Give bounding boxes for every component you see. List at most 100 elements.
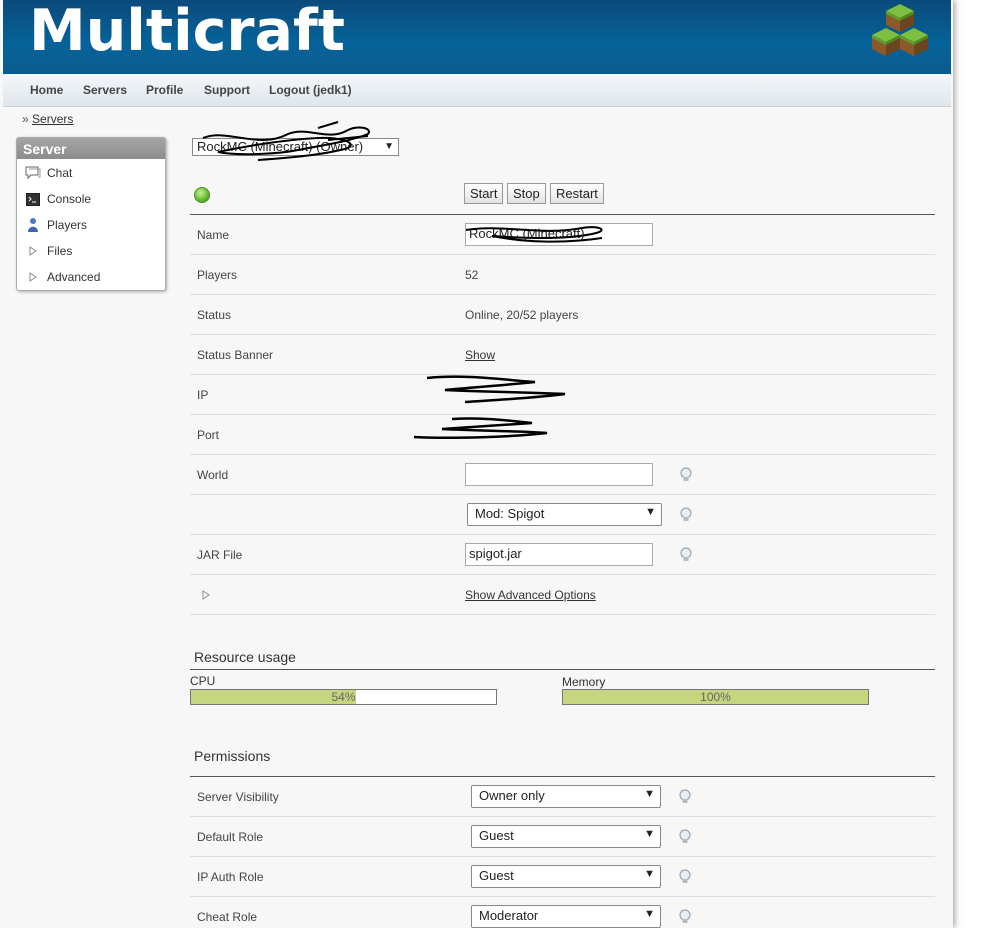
nav-logout[interactable]: Logout (jedk1) [269,83,352,97]
table-row: Status Online, 20/52 players [190,295,935,335]
table-row: JAR File spigot.jar [190,535,935,575]
redaction-scribble [426,375,566,404]
expand-triangle-icon [25,243,41,259]
site-logo-text[interactable]: Multicraft [29,0,345,64]
select-value: Owner only [479,788,545,803]
players-label: Players [197,268,238,282]
table-row: Port [190,415,935,455]
select-value: Guest [479,868,514,883]
dropdown-arrow-icon: ▼ [645,506,656,518]
help-bulb-icon[interactable] [678,909,692,925]
nav-servers[interactable]: Servers [83,83,127,97]
breadcrumb: » Servers [22,112,73,126]
cheat-role-select[interactable]: Moderator ▼ [471,905,661,928]
dropdown-arrow-icon: ▼ [384,141,394,152]
select-value: Moderator [479,908,539,923]
table-row: IP Auth Role Guest ▼ [190,857,935,897]
ip-label: IP [197,388,209,402]
expand-triangle-icon[interactable] [202,590,210,600]
help-bulb-icon[interactable] [679,547,693,563]
redaction-scribble [202,121,370,161]
players-value: 52 [465,268,479,282]
port-label: Port [197,428,220,442]
header-banner: Multicraft [3,0,951,74]
help-bulb-icon[interactable] [678,869,692,885]
ip-auth-role-label: IP Auth Role [197,870,264,884]
help-bulb-icon[interactable] [678,789,692,805]
help-bulb-icon[interactable] [678,829,692,845]
main-nav: Home Servers Profile Support Logout (jed… [3,74,951,107]
cheat-role-label: Cheat Role [197,910,258,924]
breadcrumb-servers-link[interactable]: Servers [32,112,73,126]
nav-home[interactable]: Home [30,83,63,97]
server-sidebar: Server Chat Console Players Files Advanc… [16,137,166,291]
status-value: Online, 20/52 players [465,308,579,322]
sidebar-item-label: Advanced [47,270,101,284]
table-row: World [190,455,935,495]
sidebar-item-chat[interactable]: Chat [25,163,72,183]
server-visibility-select[interactable]: Owner only ▼ [471,785,661,808]
stop-button[interactable]: Stop [507,183,546,204]
mod-select-value: Mod: Spigot [475,506,545,521]
help-bulb-icon[interactable] [679,507,693,523]
sidebar-item-label: Console [47,192,92,206]
chat-icon [25,165,41,181]
sidebar-item-advanced[interactable]: Advanced [25,267,100,287]
jar-file-label: JAR File [197,548,243,562]
select-value: Guest [479,828,514,843]
status-banner-label: Status Banner [197,348,274,362]
dropdown-arrow-icon: ▼ [644,828,655,840]
console-icon [25,191,41,207]
default-role-select[interactable]: Guest ▼ [471,825,661,848]
default-role-label: Default Role [197,830,264,844]
section-divider [190,669,935,670]
sidebar-item-files[interactable]: Files [25,241,72,261]
permissions-table: Server Visibility Owner only ▼ Default R… [190,776,935,928]
show-advanced-options-link[interactable]: Show Advanced Options [465,588,596,602]
name-label: Name [197,228,230,242]
cpu-usage-bar: 54% [190,689,497,705]
jar-file-field[interactable]: spigot.jar [465,543,653,566]
ip-auth-role-select[interactable]: Guest ▼ [471,865,661,888]
breadcrumb-separator: » [22,112,29,126]
table-row: Status Banner Show [190,335,935,375]
server-visibility-label: Server Visibility [197,790,279,804]
player-icon [25,217,41,233]
sidebar-item-label: Chat [47,166,73,180]
server-online-indicator [194,187,210,203]
redaction-scribble [413,417,548,440]
table-row: Cheat Role Moderator ▼ [190,897,935,928]
sidebar-title: Server [17,138,165,159]
dropdown-arrow-icon: ▼ [644,788,655,800]
resource-usage-heading: Resource usage [194,649,296,665]
sidebar-item-console[interactable]: Console [25,189,91,209]
cpu-usage-text: 54% [331,690,356,704]
table-row: Mod: Spigot ▼ [190,495,935,535]
restart-button[interactable]: Restart [550,183,604,204]
world-field[interactable] [465,463,653,486]
permissions-heading: Permissions [194,748,271,764]
status-label: Status [197,308,232,322]
show-banner-link[interactable]: Show [465,348,495,362]
table-row: Default Role Guest ▼ [190,817,935,857]
table-row: Server Visibility Owner only ▼ [190,777,935,817]
world-label: World [197,468,229,482]
page: Multicraft Home Servers Profile Support … [0,0,953,928]
cpu-label: CPU [190,674,216,688]
help-bulb-icon[interactable] [679,467,693,483]
nav-support[interactable]: Support [204,83,250,97]
sidebar-item-players[interactable]: Players [25,215,87,235]
mod-select[interactable]: Mod: Spigot ▼ [467,503,662,526]
start-button[interactable]: Start [464,183,504,204]
dropdown-arrow-icon: ▼ [644,908,655,920]
dropdown-arrow-icon: ▼ [644,868,655,880]
redaction-scribble [465,226,603,243]
sidebar-item-label: Files [47,244,73,258]
nav-profile[interactable]: Profile [146,83,183,97]
server-settings-table: Name RockMC (Minecraft) Players 52 Statu… [190,214,935,615]
sidebar-item-label: Players [47,218,88,232]
memory-label: Memory [562,675,606,689]
table-row: Players 52 [190,255,935,295]
table-row: Show Advanced Options [190,575,935,615]
memory-usage-bar: 100% [562,689,869,705]
